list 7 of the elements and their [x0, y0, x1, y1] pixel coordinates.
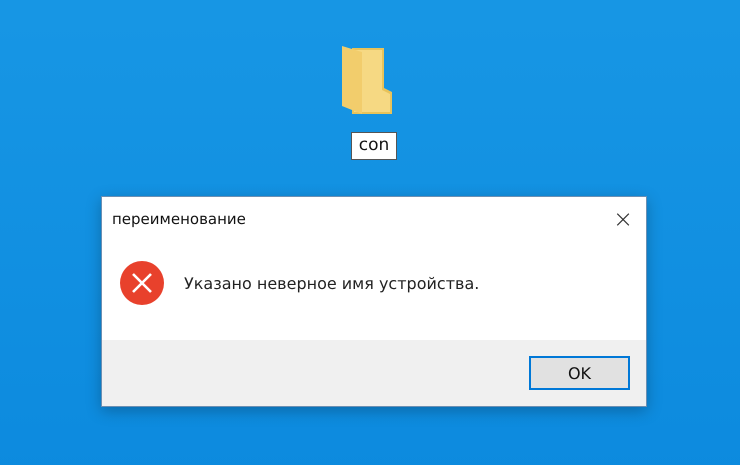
close-button[interactable]: × [600, 202, 646, 236]
window-title: переименование [112, 210, 246, 228]
error-icon [120, 261, 164, 305]
rename-field[interactable]: con [350, 132, 398, 160]
error-message: Указано неверное имя устройства. [184, 274, 480, 292]
folder-icon[interactable] [340, 44, 394, 116]
ok-button[interactable]: OK [529, 356, 630, 390]
